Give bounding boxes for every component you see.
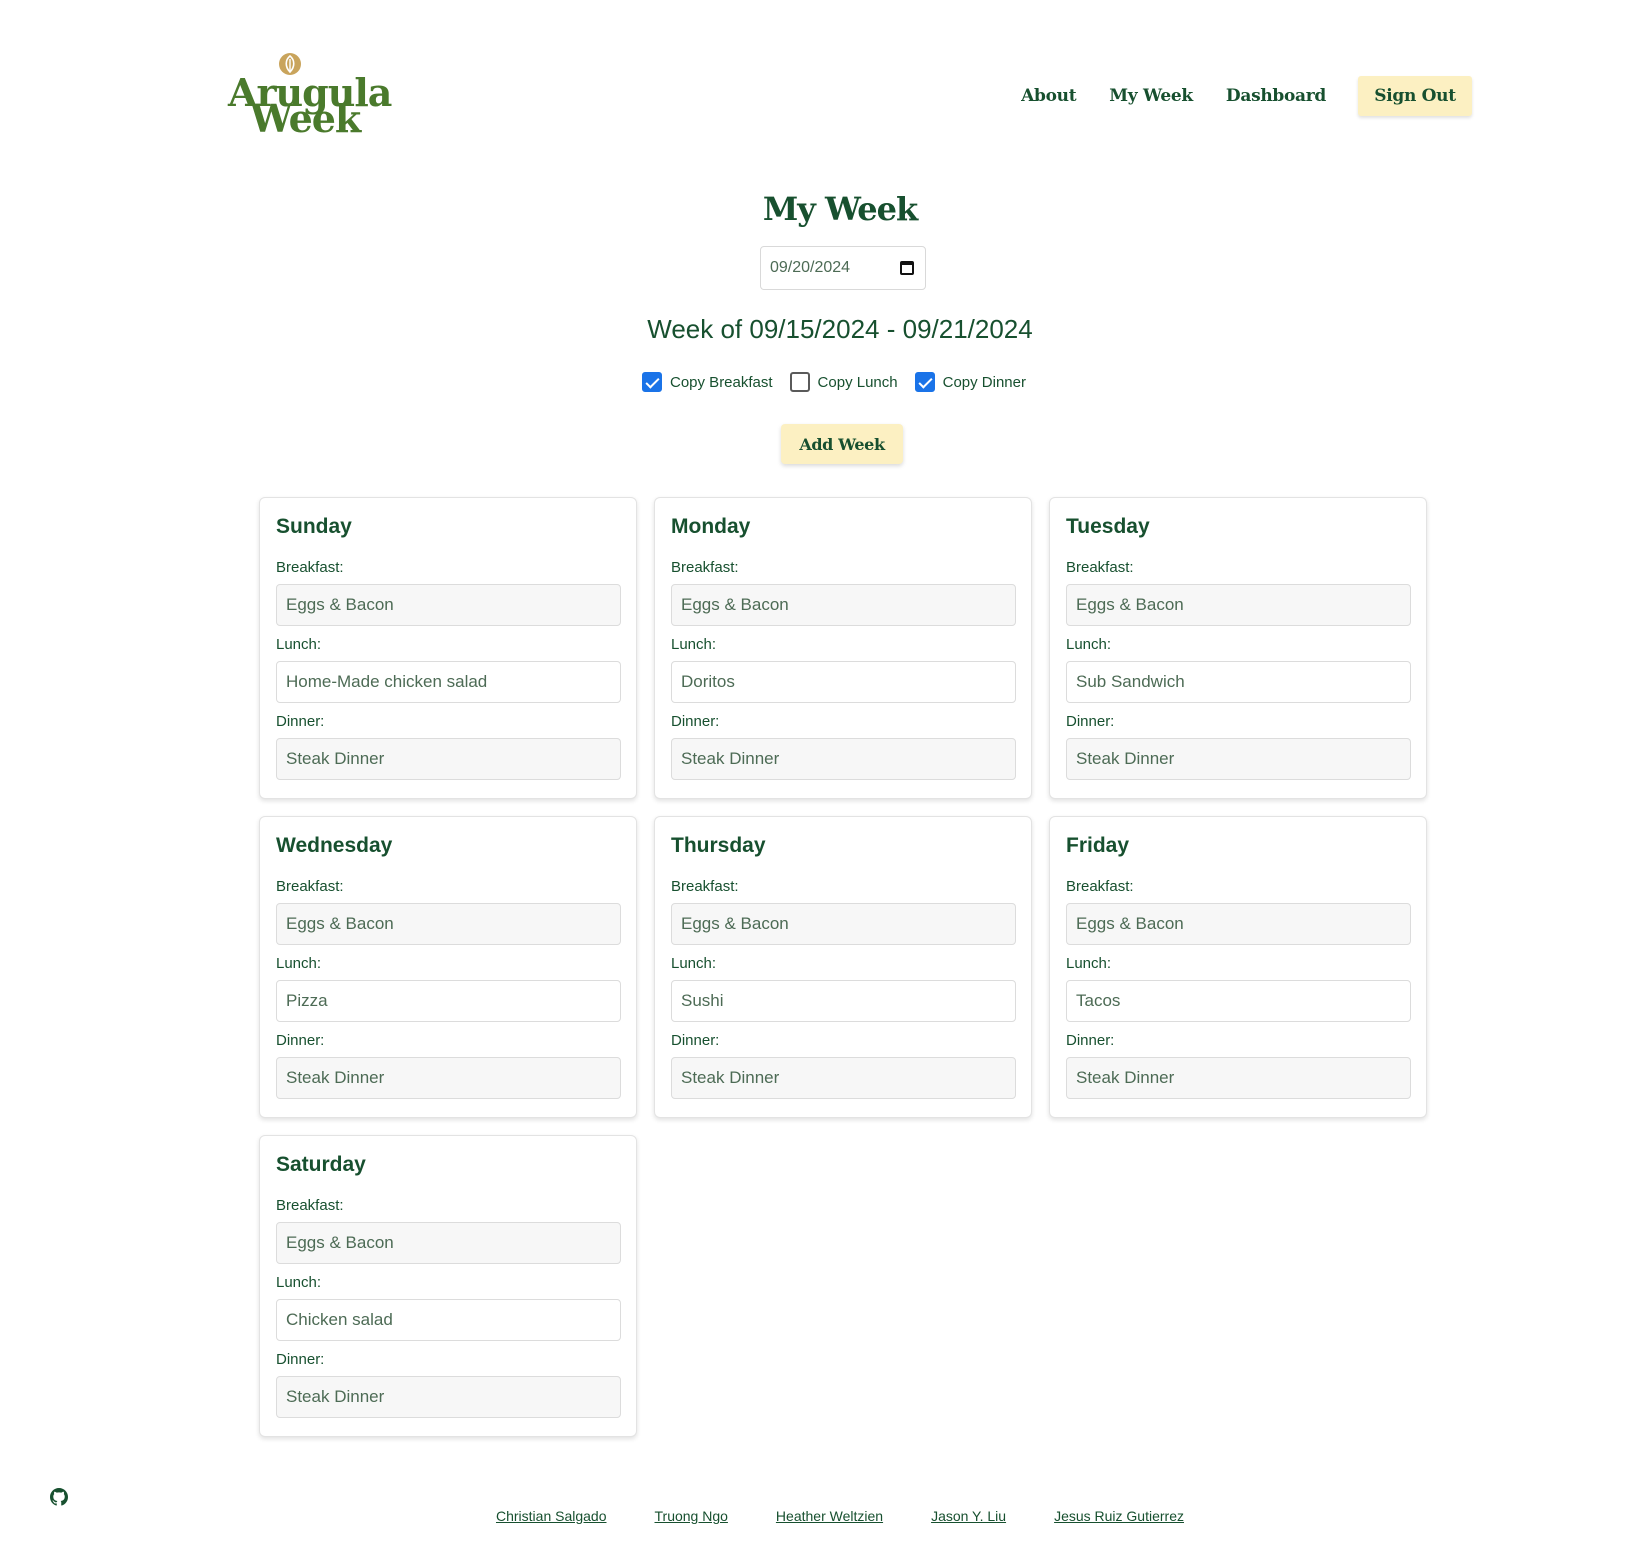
breakfast-label: Breakfast: [671, 878, 739, 895]
lunch-label: Lunch: [276, 955, 322, 972]
day-title: Monday [671, 515, 751, 538]
footer-links: Christian Salgado Truong Ngo Heather Wel… [0, 1508, 1652, 1524]
footer-link-jesus-ruiz-gutierrez[interactable]: Jesus Ruiz Gutierrez [1054, 1508, 1184, 1524]
dinner-label: Dinner: [276, 713, 325, 730]
day-title: Saturday [276, 1153, 366, 1176]
nav-my-week-link[interactable]: My Week [1109, 86, 1193, 106]
dinner-label: Dinner: [276, 1351, 325, 1368]
day-title: Friday [1066, 834, 1130, 857]
nav-about-link[interactable]: About [1021, 86, 1076, 106]
lunch-input[interactable] [671, 980, 1016, 1022]
day-card-thursday: Thursday Breakfast: Lunch: Dinner: [654, 816, 1032, 1118]
dinner-input[interactable] [276, 1376, 621, 1418]
lunch-input[interactable] [1066, 980, 1411, 1022]
week-range-heading: Week of 09/15/2024 - 09/21/2024 [647, 314, 1033, 344]
footer-link-truong-ngo[interactable]: Truong Ngo [655, 1508, 728, 1524]
breakfast-input[interactable] [276, 1222, 621, 1264]
breakfast-input[interactable] [276, 584, 621, 626]
lunch-input[interactable] [276, 980, 621, 1022]
day-title: Thursday [671, 834, 766, 857]
breakfast-label: Breakfast: [1066, 559, 1134, 576]
copy-breakfast-label[interactable]: Copy Breakfast [670, 374, 773, 391]
copy-breakfast-checkbox[interactable] [642, 372, 662, 392]
day-card-monday: Monday Breakfast: Lunch: Dinner: [654, 497, 1032, 799]
day-card-friday: Friday Breakfast: Lunch: Dinner: [1049, 816, 1427, 1118]
day-title: Sunday [276, 515, 352, 538]
lunch-label: Lunch: [1066, 636, 1112, 653]
dinner-input[interactable] [276, 738, 621, 780]
calendar-icon[interactable] [900, 261, 914, 275]
footer-link-heather-weltzien[interactable]: Heather Weltzien [776, 1508, 883, 1524]
dinner-label: Dinner: [671, 1032, 720, 1049]
copy-lunch-label[interactable]: Copy Lunch [818, 374, 898, 391]
lunch-label: Lunch: [671, 636, 717, 653]
day-card-wednesday: Wednesday Breakfast: Lunch: Dinner: [259, 816, 637, 1118]
breakfast-label: Breakfast: [276, 559, 344, 576]
footer-link-christian-salgado[interactable]: Christian Salgado [496, 1508, 607, 1524]
dinner-input[interactable] [671, 1057, 1016, 1099]
dinner-label: Dinner: [1066, 713, 1115, 730]
copy-dinner-label[interactable]: Copy Dinner [943, 374, 1026, 391]
breakfast-input[interactable] [276, 903, 621, 945]
add-week-button[interactable]: Add Week [781, 424, 903, 464]
nav-dashboard-link[interactable]: Dashboard [1226, 86, 1326, 106]
lunch-label: Lunch: [671, 955, 717, 972]
lunch-input[interactable] [671, 661, 1016, 703]
dinner-label: Dinner: [1066, 1032, 1115, 1049]
day-card-tuesday: Tuesday Breakfast: Lunch: Dinner: [1049, 497, 1427, 799]
copy-dinner-checkbox[interactable] [914, 372, 935, 392]
lunch-input[interactable] [1066, 661, 1411, 703]
arugula-week-logo[interactable]: Arugula Week [228, 52, 392, 141]
copy-lunch-checkbox[interactable] [789, 372, 810, 392]
dinner-label: Dinner: [276, 1032, 325, 1049]
breakfast-input[interactable] [671, 584, 1016, 626]
lunch-label: Lunch: [276, 1274, 322, 1291]
breakfast-input[interactable] [671, 903, 1016, 945]
day-card-saturday: Saturday Breakfast: Lunch: Dinner: [259, 1135, 637, 1437]
github-icon[interactable] [50, 1488, 68, 1506]
breakfast-label: Breakfast: [276, 1197, 344, 1214]
breakfast-label: Breakfast: [276, 878, 344, 895]
day-card-sunday: Sunday Breakfast: Lunch: Dinner: [259, 497, 637, 799]
page-title: My Week [762, 190, 918, 228]
copy-options: Copy Breakfast Copy Lunch Copy Dinner [642, 370, 1043, 394]
lunch-input[interactable] [276, 661, 621, 703]
site-header: Arugula Week About My Week Dashboard Sig… [0, 0, 1652, 150]
main-nav: About My Week Dashboard Sign Out [1021, 76, 1472, 116]
dinner-input[interactable] [1066, 738, 1411, 780]
lunch-input[interactable] [276, 1299, 621, 1341]
week-date-input[interactable]: 09/20/2024 [760, 246, 926, 290]
footer-link-jason-liu[interactable]: Jason Y. Liu [931, 1508, 1006, 1524]
breakfast-label: Breakfast: [671, 559, 739, 576]
day-title: Wednesday [276, 834, 393, 857]
lunch-label: Lunch: [1066, 955, 1112, 972]
day-title: Tuesday [1066, 515, 1150, 538]
dinner-input[interactable] [276, 1057, 621, 1099]
dinner-label: Dinner: [671, 713, 720, 730]
day-cards-grid: Sunday Breakfast: Lunch: Dinner: Monday Break… [259, 497, 1429, 1437]
sign-out-button[interactable]: Sign Out [1358, 76, 1472, 116]
logo-text-week: Week [250, 96, 361, 141]
dinner-input[interactable] [671, 738, 1016, 780]
date-value: 09/20/2024 [770, 259, 851, 276]
breakfast-input[interactable] [1066, 584, 1411, 626]
lunch-label: Lunch: [276, 636, 322, 653]
breakfast-label: Breakfast: [1066, 878, 1134, 895]
dinner-input[interactable] [1066, 1057, 1411, 1099]
breakfast-input[interactable] [1066, 903, 1411, 945]
